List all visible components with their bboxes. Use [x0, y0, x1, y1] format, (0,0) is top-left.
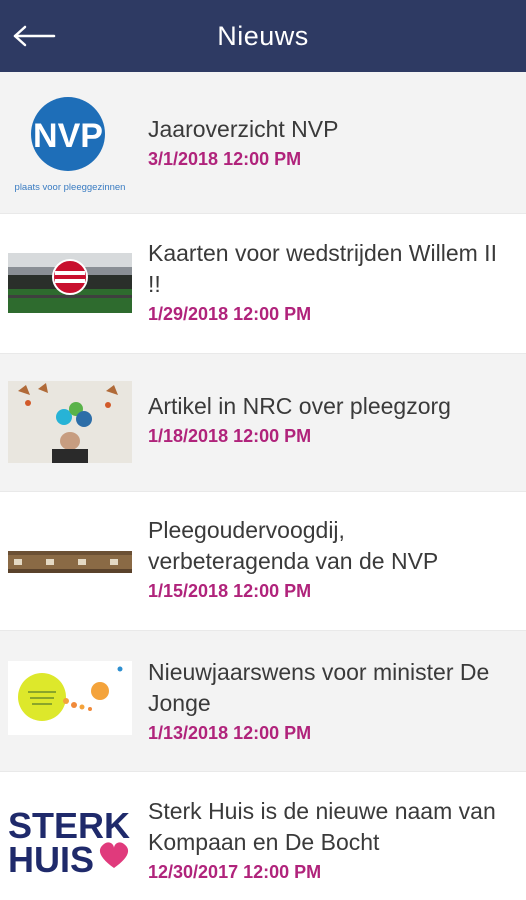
news-item[interactable]: Pleegoudervoogdij, verbeteragenda van de… [0, 491, 526, 630]
news-date: 1/29/2018 12:00 PM [148, 304, 312, 324]
news-date: 1/18/2018 12:00 PM [148, 426, 312, 446]
app-header: Nieuws [0, 0, 526, 72]
news-thumbnail-cabinet [8, 551, 132, 573]
news-item[interactable]: NVP plaats voor pleeggezinnen Jaaroverzi… [0, 72, 526, 213]
arrow-left-icon [13, 25, 56, 47]
news-item[interactable]: Kaarten voor wedstrijden Willem II !! 1/… [0, 213, 526, 353]
news-thumbnail-wish [8, 661, 132, 735]
nvp-logo-text: NVP [33, 117, 103, 155]
sterk-huis-logo-line2: HUIS [8, 839, 94, 876]
nvp-logo-caption: plaats voor pleeggezinnen [15, 182, 126, 193]
news-date: 12/30/2017 12:00 PM [148, 862, 322, 882]
news-date: 1/13/2018 12:00 PM [148, 723, 312, 743]
news-thumbnail-stadium [8, 253, 132, 313]
news-date: 3/1/2018 12:00 PM [148, 149, 302, 169]
news-title: Kaarten voor wedstrijden Willem II !! [148, 240, 497, 297]
news-thumbnail-nvp: NVP plaats voor pleeggezinnen [8, 90, 132, 196]
news-title: Artikel in NRC over pleegzorg [148, 393, 451, 419]
news-item[interactable]: Artikel in NRC over pleegzorg 1/18/2018 … [0, 353, 526, 491]
news-item[interactable]: STERK HUIS Sterk Huis is de nieuwe naam … [0, 771, 526, 900]
news-item[interactable]: Nieuwjaarswens voor minister De Jonge 1/… [0, 630, 526, 771]
news-title: Sterk Huis is de nieuwe naam van Kompaan… [148, 798, 496, 855]
page-title: Nieuws [217, 20, 309, 51]
news-list: NVP plaats voor pleeggezinnen Jaaroverzi… [0, 72, 526, 900]
news-title: Pleegoudervoogdij, verbeteragenda van de… [148, 517, 439, 574]
news-title: Jaaroverzicht NVP [148, 116, 339, 142]
news-thumbnail-sterk-huis: STERK HUIS [8, 806, 132, 876]
news-title: Nieuwjaarswens voor minister De Jonge [148, 659, 490, 716]
back-button[interactable] [10, 16, 58, 56]
news-thumbnail-juggler [8, 381, 132, 463]
news-date: 1/15/2018 12:00 PM [148, 581, 312, 601]
